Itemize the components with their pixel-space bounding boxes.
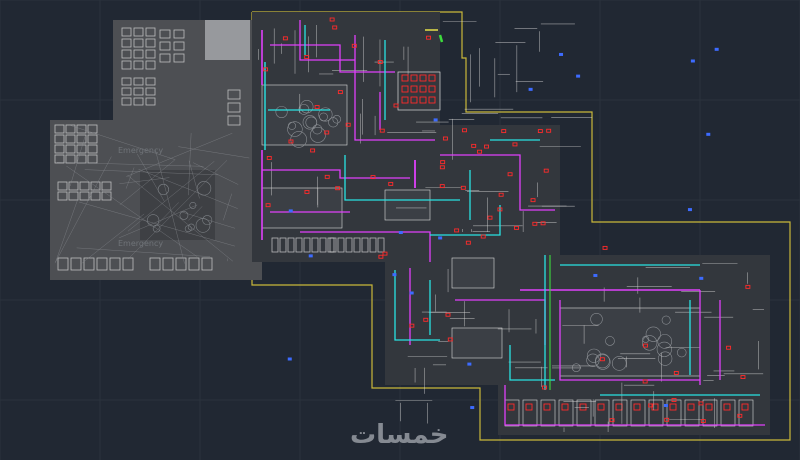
valve-symbol (690, 59, 695, 63)
cad-viewport[interactable]: Emergency Emergency خمسات (0, 0, 800, 460)
valve-symbol (392, 273, 397, 277)
valve-symbol (287, 357, 292, 361)
valve-symbol (433, 118, 438, 122)
emergency-label: Emergency (118, 146, 163, 155)
valve-symbol (593, 273, 598, 277)
valve-symbol (308, 254, 313, 258)
watermark-logo: خمسات (350, 420, 449, 450)
courtyard (261, 84, 348, 146)
valve-symbol (470, 406, 475, 410)
valve-symbol (699, 276, 704, 280)
valve-symbol (438, 236, 443, 240)
room (261, 187, 343, 229)
stair-block (205, 20, 250, 60)
valve-symbol (559, 52, 564, 56)
valve-symbol (687, 208, 692, 212)
valve-symbol (528, 87, 533, 91)
courtyard (140, 170, 215, 240)
duct-line (438, 34, 444, 43)
valve-symbol (409, 291, 414, 295)
valve-symbol (706, 132, 711, 136)
room (451, 327, 503, 359)
room (451, 257, 495, 289)
lower-wing-plan (385, 232, 770, 435)
valve-symbol (576, 74, 581, 78)
valve-symbol (288, 209, 293, 213)
valve-symbol (398, 231, 403, 235)
emergency-label: Emergency (118, 239, 163, 248)
valve-symbol (663, 403, 668, 407)
floor-plan-drawing: Emergency Emergency (0, 0, 800, 460)
fixture-symbol (602, 245, 608, 250)
valve-symbol (467, 362, 472, 366)
room (384, 189, 431, 221)
valve-symbol (714, 47, 719, 51)
